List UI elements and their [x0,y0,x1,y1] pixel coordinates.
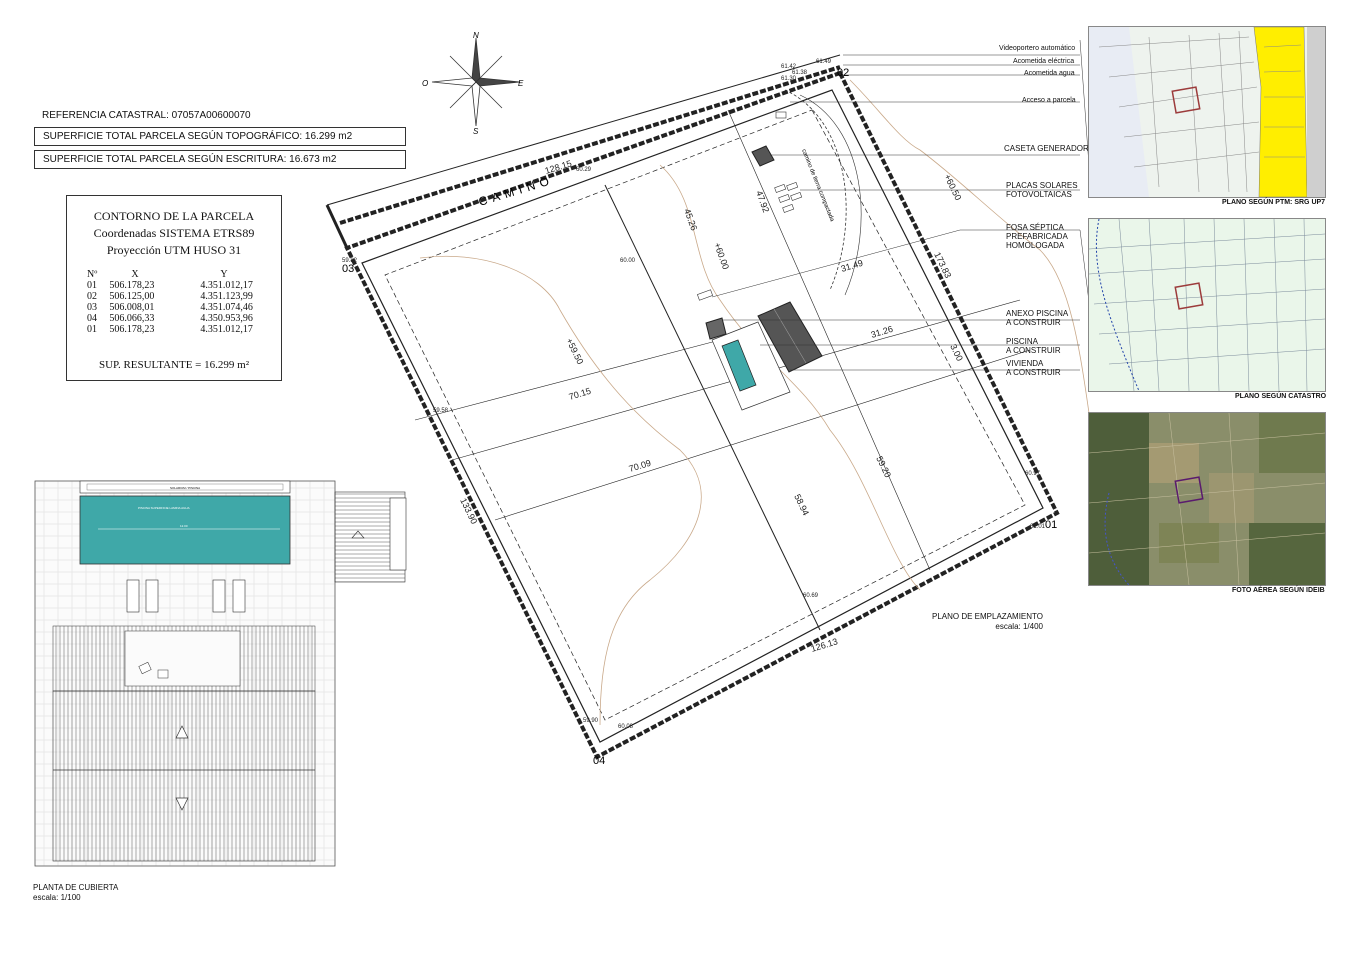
legend-fosa-2: PREFABRICADA [1006,232,1068,241]
vertex-01: 01 [1045,519,1057,531]
legend-fosa-3: HOMOLOGADA [1006,241,1065,250]
solar-panels [774,182,803,213]
dim-label: +59.50 [564,336,585,365]
map-aerial [1088,412,1326,586]
planta-cubierta-title: PLANTA DE CUBIERTA escala: 1/100 [33,883,118,903]
level-label: 61.30 [781,76,797,82]
solarium-label: SOLARIUM / PISCINA [170,486,200,490]
legend-anexo-2: A CONSTRUIR [1006,318,1061,327]
dim-label: 126.13 [810,636,839,654]
plano-emplazamiento-title: PLANO DE EMPLAZAMIENTO escala: 1/400 [932,612,1043,632]
legend-placas-2: FOTOVOLTAICAS [1006,190,1072,199]
legend-acceso: Acceso a parcela [1022,97,1076,104]
level-label: 60.08 [618,724,634,730]
plan-title: PLANO DE EMPLAZAMIENTO [932,612,1043,621]
main-roof [52,690,316,862]
level-label: 60.00 [620,258,636,264]
pool-dimension: 12.00 [180,524,188,528]
legend-placas-1: PLACAS SOLARES [1006,181,1078,190]
map-caption-aerial: FOTO AÉREA SEGÚN IDEIB [1232,587,1325,594]
caseta-generador [751,145,775,167]
level-label: 59.58 [433,408,449,414]
legend-fosa-1: FOSA SÉPTICA [1006,223,1064,232]
dim-label: 173.83 [932,250,953,279]
path-label: camino de tierra compactada [800,149,835,224]
level-label: 59.82 [342,258,358,264]
map-caption-catastro: PLANO SEGÚN CATASTRO [1235,393,1327,400]
map-caption-ptm: PLANO SEGÚN PTM: SRG UP7 [1222,199,1326,206]
legend-videoportero: Videoportero automático [999,45,1076,52]
pool-note: PISCINA SUPERFICIE LAMINA AGUA [138,506,190,510]
legend-vivienda-1: VIVIENDA [1006,359,1044,368]
dim-label: +60.50 [942,172,963,201]
legend-piscina-1: PISCINA [1006,337,1039,346]
legend-acometida-agua: Acometida agua [1024,70,1075,77]
legend-acometida-electrica: Acometida eléctrica [1013,58,1075,65]
level-label: 61.49 [816,59,832,65]
vertex-03: 03 [342,263,354,275]
level-label: 60.69 [803,593,819,599]
dim-label: 59.20 [874,454,893,479]
dim-label: 31.26 [870,324,894,340]
dim-label: 31.49 [840,258,864,274]
legend-caseta: CASETA GENERADOR [1004,144,1089,153]
legend-piscina-2: A CONSTRUIR [1006,346,1061,355]
map-catastro [1088,218,1326,392]
parcel-inner-boundary [361,89,1044,743]
level-label: 59.90 [583,718,599,724]
level-label: 61.01 [1030,524,1046,530]
legend-anexo-1: ANEXO PISCINA [1006,309,1069,318]
vertex-04: 04 [593,755,605,767]
map-ptm [1088,26,1326,198]
dim-label: 3.00 [948,342,965,362]
level-label: 60.97 [1025,471,1041,477]
vertex-02: 02 [837,67,849,79]
fosa-septica [697,289,713,301]
dim-label: 58.94 [792,492,811,517]
roof-scale: escala: 1/100 [33,893,81,902]
roof-title: PLANTA DE CUBIERTA [33,883,119,892]
dim-label: +60.00 [712,241,731,271]
legend-vivienda-2: A CONSTRUIR [1006,368,1061,377]
planta-cubierta: SOLARIUM / PISCINA PISCINA SUPERFICIE LA… [34,480,407,867]
dim-label: 45.26 [682,207,699,232]
level-label: 60.29 [576,167,592,173]
plan-scale: escala: 1/400 [995,622,1043,631]
dim-label: 70.15 [568,386,592,402]
dim-label: 47.92 [754,189,771,214]
